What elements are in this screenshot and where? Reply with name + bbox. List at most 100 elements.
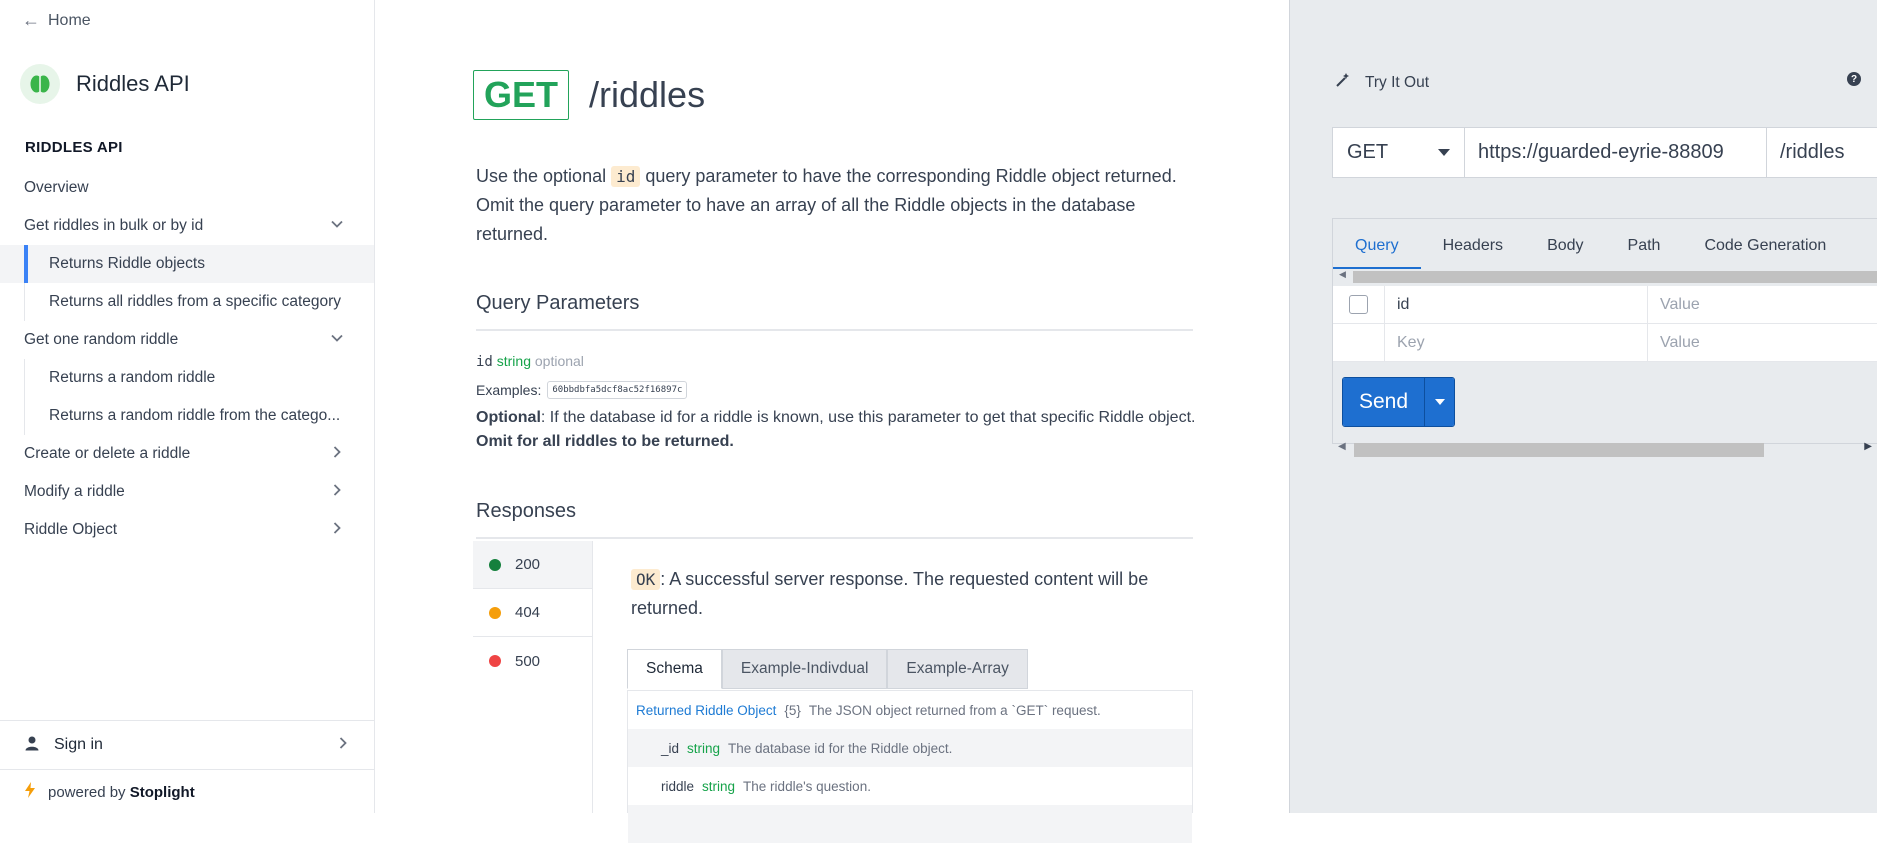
- sidebar-item-label: Modify a riddle: [24, 483, 125, 500]
- param-examples: Examples: 60bbdbfa5dcf8ac52f16897c: [476, 381, 688, 399]
- tabs-scrollbar[interactable]: ◀: [1333, 269, 1877, 286]
- response-code-label: 200: [515, 556, 541, 573]
- magic-wand-icon: [1335, 72, 1351, 93]
- schema-root-row[interactable]: Returned Riddle Object {5} The JSON obje…: [628, 691, 1192, 729]
- tab-headers[interactable]: Headers: [1421, 237, 1525, 269]
- home-label: Home: [48, 11, 91, 29]
- brand[interactable]: Riddles API: [20, 64, 190, 104]
- query-param-row: Key Value: [1333, 324, 1877, 362]
- brand-name: Riddles API: [76, 71, 190, 96]
- schema-field-row: riddle string The riddle's question.: [628, 767, 1192, 805]
- sidebar-item-get-riddles-bulk[interactable]: Get riddles in bulk or by id: [0, 207, 374, 245]
- tab-path[interactable]: Path: [1606, 237, 1683, 269]
- sidebar-item-label: Returns a random riddle from the catego.…: [49, 407, 341, 424]
- caret-down-icon: [1438, 149, 1450, 156]
- field-name: _id: [661, 740, 680, 756]
- powered-by[interactable]: powered by Stoplight: [24, 782, 195, 802]
- sidebar-nav: Overview Get riddles in bulk or by id Re…: [0, 169, 374, 549]
- sidebar-item-label: Create or delete a riddle: [24, 445, 191, 462]
- response-code-label: 500: [515, 652, 541, 670]
- example-chip: 60bbdbfa5dcf8ac52f16897c: [547, 381, 688, 399]
- field-type: string: [687, 740, 721, 756]
- responses-heading: Responses: [476, 500, 1193, 539]
- schema-root-name: Returned Riddle Object: [636, 702, 777, 718]
- sidebar-item-label: Riddle Object: [24, 521, 118, 538]
- field-desc: The riddle's question.: [743, 778, 871, 794]
- sidebar-item-label: Returns all riddles from a specific cate…: [49, 293, 342, 310]
- param-desc-bold: Omit for all riddles to be returned.: [476, 433, 734, 450]
- scroll-left-icon: ◀: [1339, 269, 1346, 279]
- sign-in-button[interactable]: Sign in: [0, 720, 374, 770]
- param-value-field[interactable]: Value: [1648, 324, 1877, 361]
- sidebar-item-modify[interactable]: Modify a riddle: [0, 473, 374, 511]
- param-desc-bold: Optional: [476, 409, 541, 426]
- back-arrow-icon: ←: [22, 10, 40, 30]
- param-key-field[interactable]: id: [1385, 286, 1648, 323]
- sign-in-label: Sign in: [54, 736, 103, 753]
- response-code-label: 404: [515, 604, 541, 621]
- sidebar-item-returns-riddle-objects[interactable]: Returns Riddle objects: [0, 245, 374, 283]
- param-description: Optional: If the database id for a riddl…: [476, 406, 1196, 454]
- inline-code: id: [611, 166, 641, 187]
- endpoint-description: Use the optional id query parameter to h…: [476, 162, 1196, 249]
- tab-code-generation[interactable]: Code Generation: [1682, 237, 1848, 269]
- endpoint-title: GET /riddles: [473, 70, 705, 120]
- sidebar-item-label: Returns a random riddle: [49, 369, 216, 386]
- tab-example-individual[interactable]: Example-Indivdual: [721, 649, 888, 689]
- schema-field-row: [628, 805, 1192, 843]
- scroll-left-icon: ◀: [1338, 441, 1346, 452]
- tab-body[interactable]: Body: [1525, 237, 1605, 269]
- send-options-button[interactable]: [1425, 378, 1454, 426]
- endpoint-path: /riddles: [589, 74, 706, 115]
- section-title: RIDDLES API: [25, 139, 123, 156]
- sidebar-item-label: Overview: [24, 179, 89, 196]
- status-dot: [489, 606, 501, 619]
- chevron-right-icon: [328, 445, 346, 464]
- send-button[interactable]: Send: [1343, 378, 1425, 426]
- home-link[interactable]: ← Home: [22, 10, 91, 31]
- powered-brand: Stoplight: [129, 783, 195, 801]
- help-icon[interactable]: ?: [1847, 72, 1861, 86]
- panel-scrollbar[interactable]: ◀ ▶: [1332, 441, 1877, 459]
- tab-example-array[interactable]: Example-Array: [887, 649, 1028, 689]
- schema-root-desc: The JSON object returned from a `GET` re…: [808, 702, 1101, 718]
- chevron-right-icon: [328, 521, 346, 540]
- response-code-200[interactable]: 200: [473, 541, 592, 589]
- tab-schema[interactable]: Schema: [627, 649, 722, 689]
- try-it-panel: Try It Out ? GET https://guarded-eyrie-8…: [1289, 0, 1877, 813]
- response-text: : A successful server response. The requ…: [631, 569, 1149, 618]
- param-value-field[interactable]: Value: [1648, 286, 1877, 323]
- user-icon: [24, 735, 40, 756]
- server-url-input[interactable]: https://guarded-eyrie-88809: [1465, 128, 1767, 177]
- sidebar: ← Home Riddles API RIDDLES API Overview …: [0, 0, 375, 813]
- param-enable-checkbox[interactable]: [1349, 295, 1368, 314]
- chevron-down-icon: [328, 331, 346, 350]
- response-code-500[interactable]: 500: [473, 637, 592, 685]
- sidebar-item-returns-random[interactable]: Returns a random riddle: [0, 359, 374, 397]
- param-signature: id string optional: [476, 353, 584, 370]
- sidebar-item-get-random[interactable]: Get one random riddle: [0, 321, 374, 359]
- scrollbar-track: [1353, 271, 1877, 283]
- response-codes: 200 404 500: [473, 541, 593, 813]
- sidebar-item-returns-by-category[interactable]: Returns all riddles from a specific cate…: [0, 283, 374, 321]
- request-url-bar: GET https://guarded-eyrie-88809 /riddles: [1332, 127, 1877, 178]
- url-path: /riddles: [1780, 141, 1845, 163]
- sidebar-item-overview[interactable]: Overview: [0, 169, 374, 207]
- sidebar-item-returns-random-category[interactable]: Returns a random riddle from the catego.…: [0, 397, 374, 435]
- sidebar-item-label: Get one random riddle: [24, 331, 179, 348]
- try-it-out-label: Try It Out: [1365, 73, 1430, 91]
- sidebar-item-riddle-object[interactable]: Riddle Object: [0, 511, 374, 549]
- field-type: string: [702, 778, 736, 794]
- tab-query[interactable]: Query: [1333, 237, 1421, 269]
- param-key-field[interactable]: Key: [1385, 324, 1648, 361]
- method-badge: GET: [473, 70, 570, 120]
- scrollbar-thumb[interactable]: [1354, 443, 1764, 457]
- field-name: riddle: [661, 778, 695, 794]
- schema-field-row: _id string The database id for the Riddl…: [628, 729, 1192, 767]
- response-code-404[interactable]: 404: [473, 589, 592, 637]
- request-tabs: Query Headers Body Path Code Generation: [1333, 219, 1877, 269]
- send-button-group: Send: [1342, 377, 1455, 427]
- schema-panel: Returned Riddle Object {5} The JSON obje…: [627, 690, 1193, 843]
- method-select[interactable]: GET: [1333, 128, 1465, 177]
- sidebar-item-create-delete[interactable]: Create or delete a riddle: [0, 435, 374, 473]
